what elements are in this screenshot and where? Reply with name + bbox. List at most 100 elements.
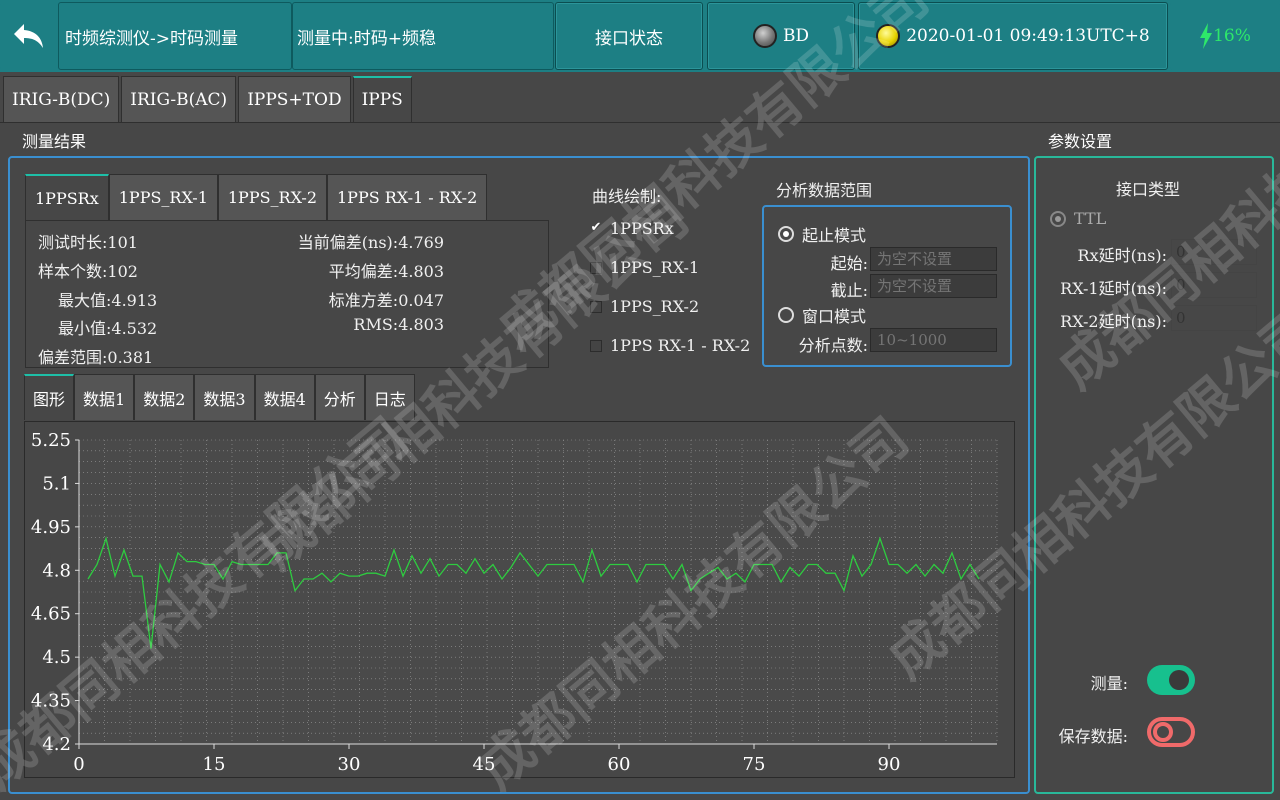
start-input[interactable] <box>870 247 997 271</box>
stat-std: 标准方差:0.047 <box>328 291 444 310</box>
ttl-label: TTL <box>1074 209 1107 228</box>
curve-checkbox-1ppsrx[interactable]: ✔ 1PPSRx <box>590 219 674 238</box>
bd-led-icon <box>752 24 777 48</box>
graph-tabs: 图形 数据1 数据2 数据3 数据4 分析 日志 <box>24 374 415 420</box>
measure-result-title: 测量结果 <box>22 132 87 151</box>
check-icon: ✔ <box>590 219 602 235</box>
checkbox-icon <box>590 300 602 313</box>
lightning-icon <box>1200 23 1213 49</box>
rx1-delay-input[interactable]: 0 <box>1171 272 1257 298</box>
bd-status-button[interactable]: BD <box>707 2 855 70</box>
save-data-toggle[interactable] <box>1147 717 1195 747</box>
port-type-title: 接口类型 <box>1116 180 1181 199</box>
tab-ipps-tod[interactable]: IPPS+TOD <box>238 76 351 122</box>
curve-checkbox-1pps-rx-2[interactable]: 1PPS_RX-2 <box>590 297 699 316</box>
tab-1pps-rx-diff[interactable]: 1PPS RX-1 - RX-2 <box>327 174 488 220</box>
chart-area: 4.2 4.35 4.5 4.65 4.8 4.95 5.1 5.25 0 15 30 45 60 75… <box>24 421 1015 778</box>
stat-range: 偏差范围:0.381 <box>38 348 154 367</box>
stat-duration: 测试时长:101 <box>38 233 138 252</box>
top-bar: 时频综测仪->时码测量 测量中:时码+频稳 接口状态 BD 2020-01-01… <box>0 0 1280 72</box>
x-tick-label: 0 <box>73 754 84 775</box>
y-tick-label: 5.1 <box>42 473 71 494</box>
radio-selected-icon <box>1050 210 1066 227</box>
battery-indicator: 16% <box>1170 2 1280 70</box>
x-tick-label: 30 <box>338 754 361 775</box>
bd-label: BD <box>782 26 810 46</box>
radio-selected-icon <box>778 226 794 242</box>
signal-tabs: 1PPSRx 1PPS_RX-1 1PPS_RX-2 1PPS RX-1 - R… <box>25 174 488 220</box>
analysis-range-title: 分析数据范围 <box>776 181 873 200</box>
radio-ttl[interactable]: TTL <box>1050 209 1106 228</box>
end-input[interactable] <box>870 274 997 298</box>
curve-label: 1PPS_RX-1 <box>610 258 700 277</box>
datetime-button[interactable]: 2020-01-01 09:49:13UTC+8 <box>858 2 1168 70</box>
checkbox-icon <box>590 339 602 352</box>
curve-label: 1PPS_RX-2 <box>610 297 700 316</box>
radio-label: 窗口模式 <box>802 307 867 326</box>
tab-analysis[interactable]: 分析 <box>314 374 365 420</box>
stat-samples: 样本个数:102 <box>38 262 138 281</box>
tab-irig-b-ac[interactable]: IRIG-B(AC) <box>121 76 237 122</box>
start-label: 起始: <box>830 254 868 273</box>
tab-log[interactable]: 日志 <box>364 374 415 420</box>
curve-checkbox-1pps-rx-diff[interactable]: 1PPS RX-1 - RX-2 <box>590 336 750 355</box>
y-tick-label: 4.95 <box>31 517 71 538</box>
points-input[interactable] <box>870 328 997 352</box>
tab-data3[interactable]: 数据3 <box>194 374 255 420</box>
stats-box: 测试时长:101 样本个数:102 最大值:4.913 最小值:4.532 偏差… <box>25 220 549 368</box>
tab-data4[interactable]: 数据4 <box>254 374 315 420</box>
measure-mode-status: 测量中:时码+频稳 <box>292 2 554 70</box>
y-tick-label: 4.65 <box>31 604 71 625</box>
curve-draw-title: 曲线绘制: <box>592 187 662 206</box>
tab-1pps-rx-1[interactable]: 1PPS_RX-1 <box>108 174 218 220</box>
curve-label: 1PPS RX-1 - RX-2 <box>610 336 751 355</box>
measure-toggle[interactable] <box>1147 665 1195 695</box>
stat-rms: RMS:4.803 <box>353 315 444 334</box>
rx-delay-input[interactable]: 0 <box>1171 239 1257 265</box>
radio-window-mode[interactable]: 窗口模式 <box>778 303 866 327</box>
measure-toggle-label: 测量: <box>1090 674 1128 693</box>
curve-checkbox-1pps-rx-1[interactable]: 1PPS_RX-1 <box>590 258 699 277</box>
y-tick-label: 5.25 <box>31 430 71 451</box>
tab-1pps-rx-2[interactable]: 1PPS_RX-2 <box>217 174 327 220</box>
tab-irig-b-dc[interactable]: IRIG-B(DC) <box>3 76 120 122</box>
deviation-chart: 4.2 4.35 4.5 4.65 4.8 4.95 5.1 5.25 0 15 30 45 60 75… <box>31 430 998 775</box>
tab-1ppsrx[interactable]: 1PPSRx <box>25 174 109 220</box>
param-settings-title: 参数设置 <box>1048 132 1113 151</box>
checkbox-icon <box>590 261 602 274</box>
end-label: 截止: <box>830 281 868 300</box>
rx2-delay-input[interactable]: 0 <box>1171 305 1257 331</box>
stat-max: 最大值:4.913 <box>58 291 158 310</box>
datetime-label: 2020-01-01 09:49:13UTC+8 <box>906 26 1150 46</box>
radio-unselected-icon <box>778 307 794 323</box>
radio-label: 起止模式 <box>802 226 867 245</box>
x-tick-label: 75 <box>743 754 766 775</box>
x-tick-label: 90 <box>878 754 901 775</box>
stat-current: 当前偏差(ns):4.769 <box>297 233 444 252</box>
y-tick-label: 4.5 <box>42 647 71 668</box>
curve-label: 1PPSRx <box>610 219 674 238</box>
x-tick-label: 60 <box>608 754 631 775</box>
tab-divider <box>0 122 1280 123</box>
save-toggle-label: 保存数据: <box>1058 727 1128 746</box>
battery-percent: 16% <box>1213 26 1251 46</box>
points-label: 分析点数: <box>798 336 868 355</box>
back-arrow-icon <box>14 24 43 48</box>
tab-ipps[interactable]: IPPS <box>352 76 412 122</box>
x-tick-label: 15 <box>203 754 226 775</box>
y-tick-label: 4.2 <box>42 734 71 755</box>
tab-data2[interactable]: 数据2 <box>134 374 195 420</box>
rx1-delay-label: RX-1延时(ns): <box>1060 279 1167 298</box>
y-tick-label: 4.8 <box>42 560 71 581</box>
back-button[interactable] <box>0 2 58 70</box>
port-status-button[interactable]: 接口状态 <box>555 2 703 70</box>
tab-data1[interactable]: 数据1 <box>74 374 135 420</box>
x-tick-label: 45 <box>473 754 496 775</box>
radio-start-end-mode[interactable]: 起止模式 <box>778 222 866 246</box>
y-tick-label: 4.35 <box>31 691 71 712</box>
rx2-delay-label: RX-2延时(ns): <box>1060 312 1167 331</box>
time-led-icon <box>876 24 901 48</box>
tab-graph[interactable]: 图形 <box>24 374 75 420</box>
main-tabs: IRIG-B(DC) IRIG-B(AC) IPPS+TOD IPPS <box>3 76 414 122</box>
breadcrumb: 时频综测仪->时码测量 <box>58 2 292 70</box>
